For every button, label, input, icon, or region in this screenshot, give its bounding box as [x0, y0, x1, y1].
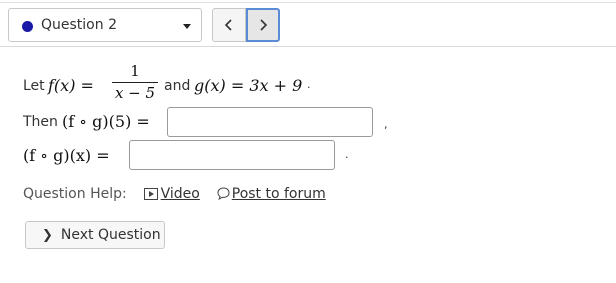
then-label: Then	[23, 114, 58, 130]
composition-general-answer-input[interactable]	[129, 140, 335, 170]
chevron-right-icon: ❯	[42, 227, 53, 243]
previous-question-button[interactable]	[212, 8, 246, 42]
composition-eval-label: (f ∘ g)(5) =	[62, 112, 150, 131]
chevron-right-icon	[260, 19, 268, 31]
top-divider	[0, 2, 616, 3]
post-to-forum-link[interactable]: Post to forum	[232, 186, 326, 202]
g-definition: g(x) = 3x + 9	[194, 76, 303, 95]
next-question-label: Next Question	[60, 227, 161, 243]
question-help-label: Question Help:	[23, 186, 127, 202]
answer1-comma: ,	[384, 118, 388, 131]
f-definition-lhs: f(x) =	[48, 76, 94, 95]
composition-eval-answer-input[interactable]	[167, 107, 373, 137]
next-question-button[interactable]: ❯ Next Question	[25, 221, 165, 249]
and-label: and	[164, 78, 191, 94]
question-select[interactable]: Question 2	[8, 8, 202, 42]
question-help: Question Help: Video Post to forum	[23, 186, 326, 204]
caret-down-icon	[183, 24, 191, 29]
video-icon	[143, 188, 159, 204]
speech-bubble-icon	[217, 187, 230, 204]
fraction-bar	[112, 82, 158, 83]
video-link[interactable]: Video	[161, 186, 200, 202]
g-definition-period: .	[307, 78, 311, 91]
answer2-period: .	[345, 148, 349, 161]
question-select-label: Question 2	[41, 17, 117, 33]
fraction-numerator: 1	[130, 62, 140, 80]
status-dot-icon	[22, 21, 33, 32]
question-header-divider	[0, 46, 616, 47]
let-label: Let	[23, 78, 45, 94]
fraction: 1 x − 5	[112, 62, 158, 102]
composition-general-label: (f ∘ g)(x) =	[23, 146, 110, 165]
chevron-left-icon	[224, 19, 232, 31]
next-question-arrow-button[interactable]	[246, 8, 280, 42]
fraction-denominator: x − 5	[114, 84, 156, 102]
